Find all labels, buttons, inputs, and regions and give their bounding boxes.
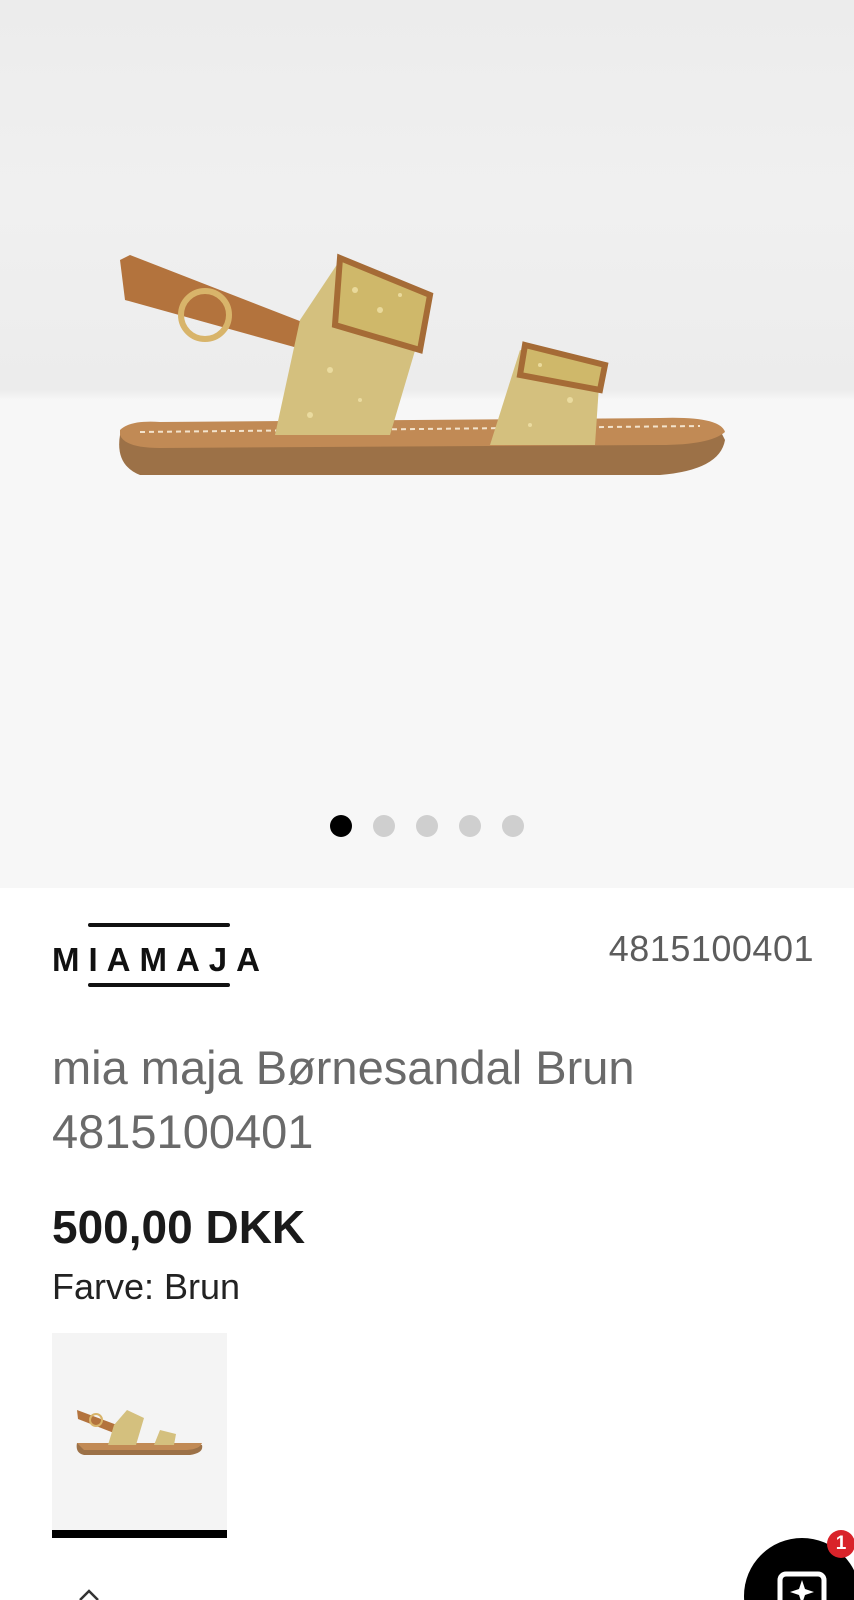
gallery-pagination [0, 815, 854, 837]
sandal-thumbnail-icon [76, 1410, 203, 1455]
gallery-dot-3[interactable] [416, 815, 438, 837]
product-image-gallery[interactable] [0, 0, 854, 888]
chat-sparkle-icon [777, 1571, 827, 1600]
brand-logo-text: MIAMAJA [52, 941, 268, 978]
gallery-dot-5[interactable] [502, 815, 524, 837]
gallery-dot-1[interactable] [330, 815, 352, 837]
notification-badge: 1 [827, 1530, 854, 1558]
sandal-product-image [119, 253, 725, 475]
chevron-up-icon[interactable] [78, 1588, 100, 1600]
gallery-dot-2[interactable] [373, 815, 395, 837]
product-sku: 4815100401 [608, 928, 814, 969]
product-page: MIAMAJA 4815100401 mia maja Børnesandal … [0, 0, 854, 1600]
product-price: 500,00 DKK [52, 1201, 306, 1253]
brand-logo[interactable]: MIAMAJA [52, 923, 268, 989]
product-title: mia maja Børnesandal Brun 4815100401 [52, 1041, 635, 1158]
gallery-dot-4[interactable] [459, 815, 481, 837]
color-swatch-brun[interactable] [52, 1333, 227, 1538]
color-label: Farve: Brun [52, 1266, 241, 1307]
